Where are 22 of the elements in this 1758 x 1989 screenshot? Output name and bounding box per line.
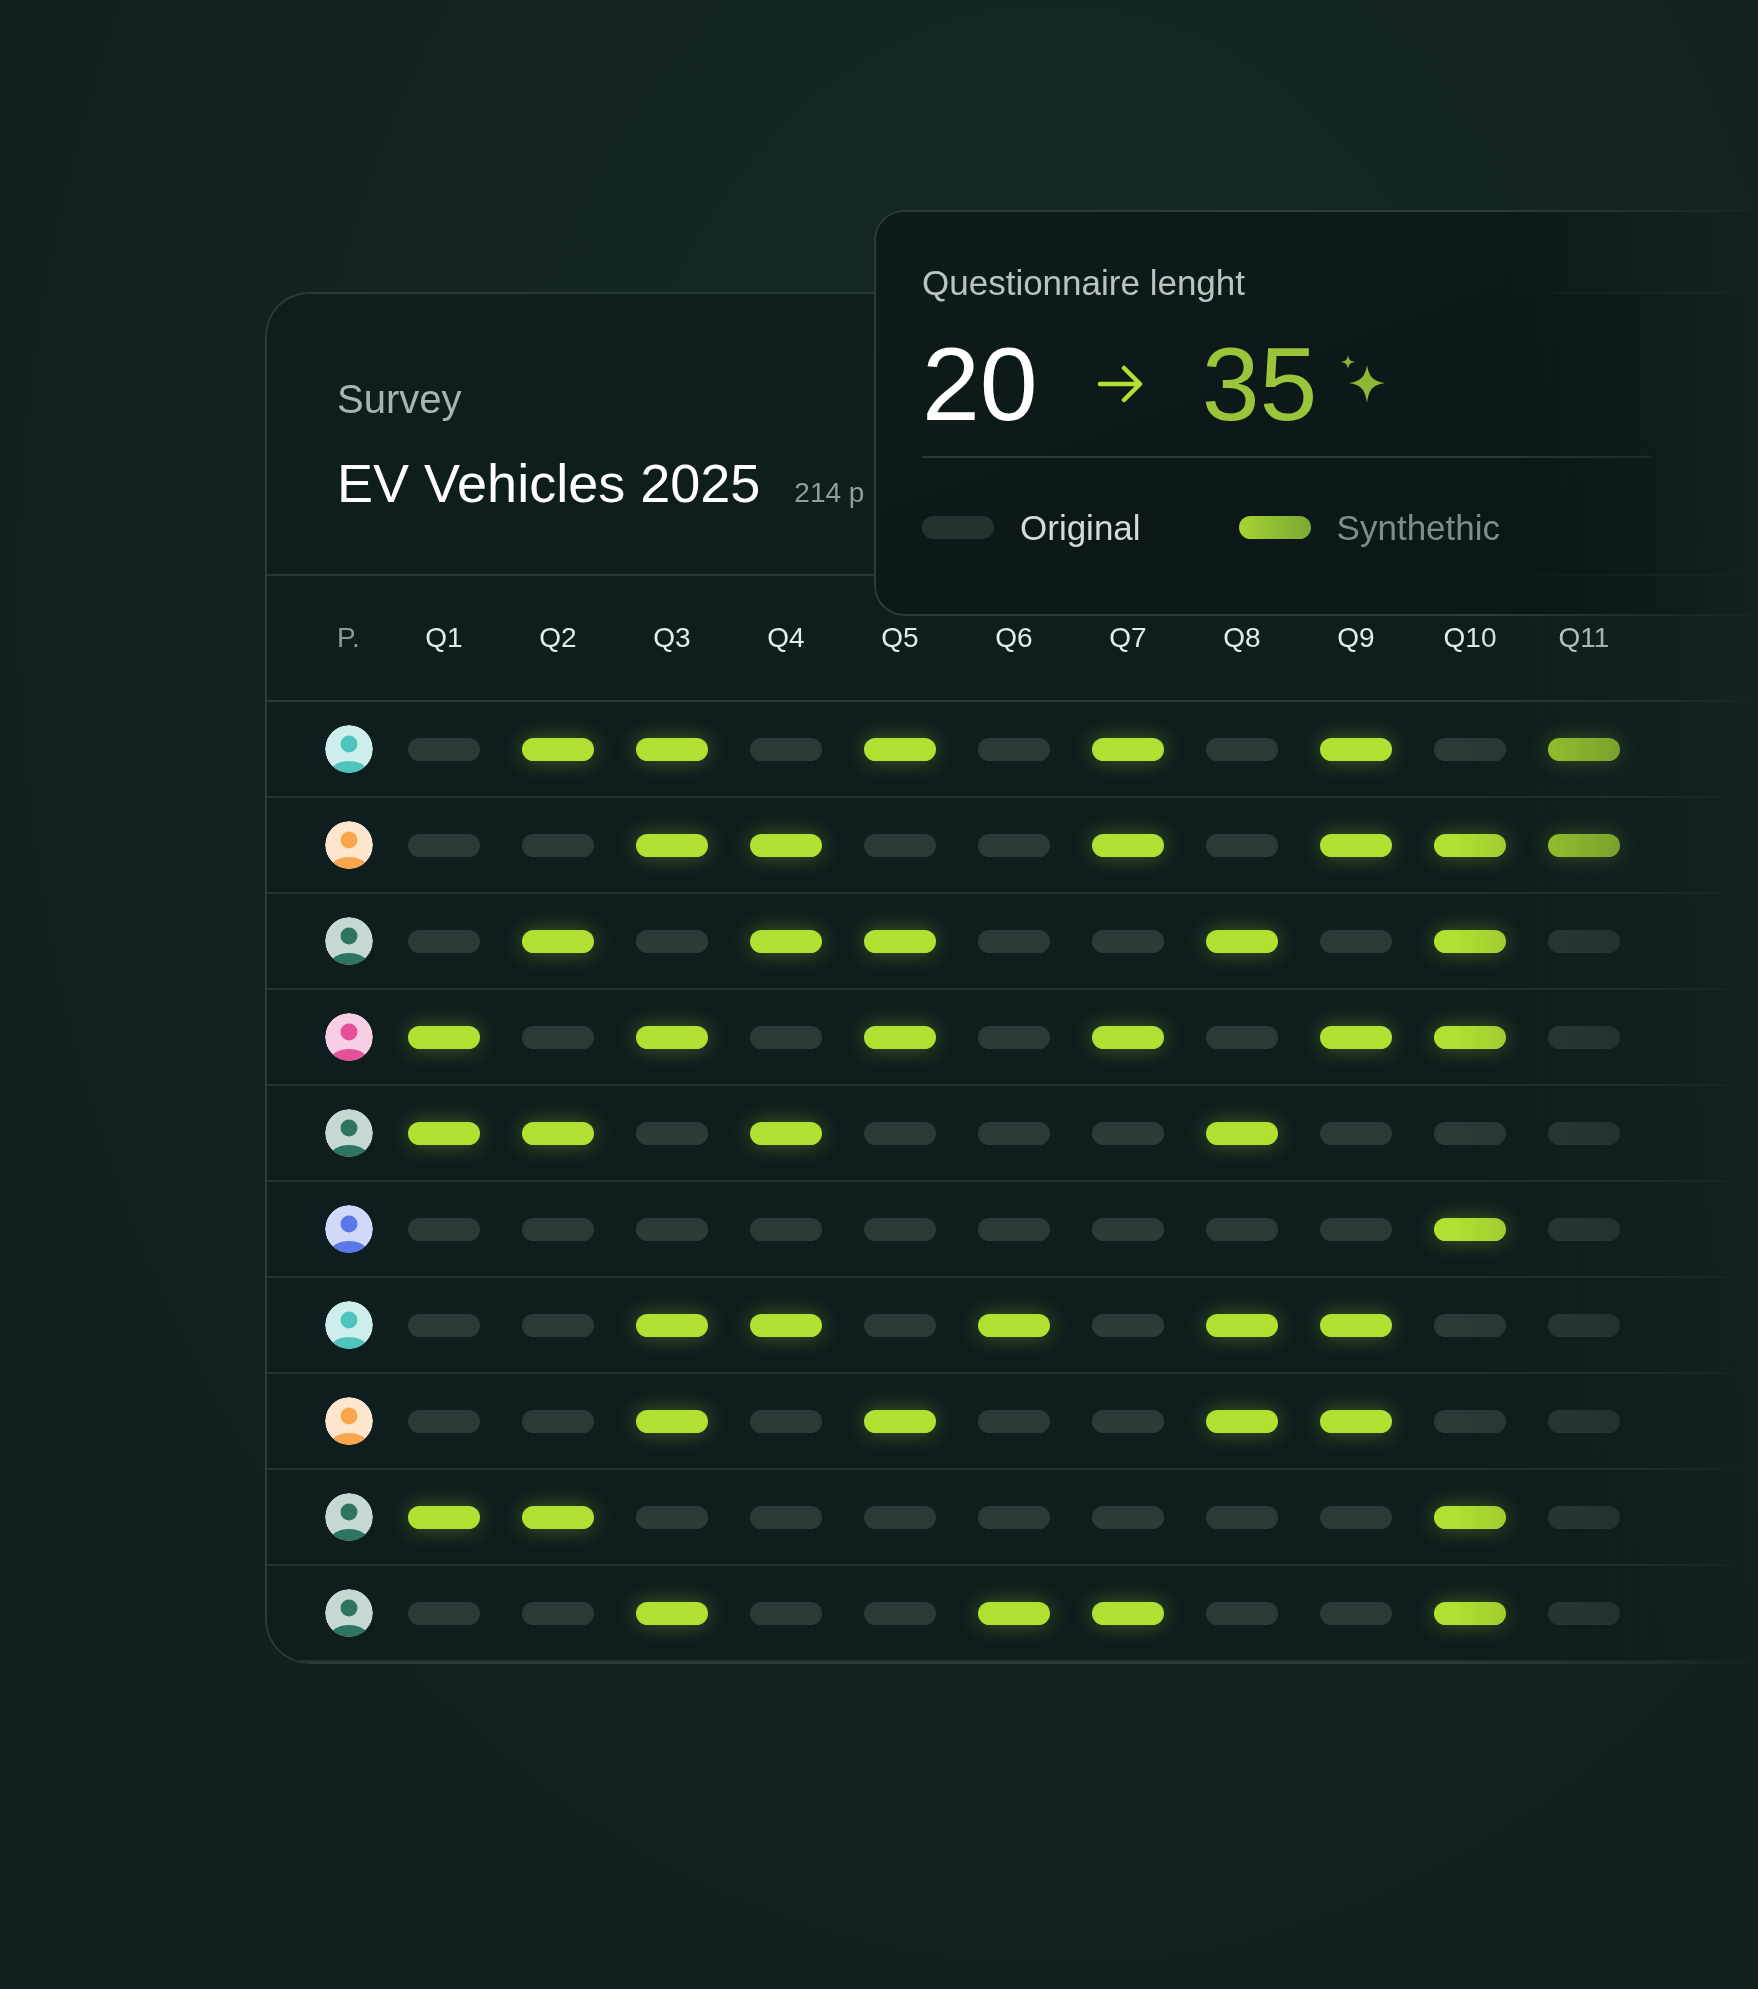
column-header: Q11 <box>1557 621 1611 655</box>
legend-label: Original <box>1020 506 1141 549</box>
survey-title: EV Vehicles 2025 <box>337 452 761 515</box>
column-header: Q8 <box>1222 621 1262 655</box>
column-header: Q5 <box>880 621 920 655</box>
column-header: Q4 <box>766 621 806 655</box>
synthetic-count: 35 <box>1201 331 1318 436</box>
column-header: Q2 <box>538 621 578 655</box>
participant-count: 214 p <box>794 476 865 510</box>
column-header: Q9 <box>1336 621 1376 655</box>
original-count: 20 <box>922 331 1038 436</box>
survey-label: Survey <box>337 376 462 423</box>
column-header: Q10 <box>1442 621 1498 655</box>
column-header: Q6 <box>994 621 1034 655</box>
column-header: Q3 <box>652 621 692 655</box>
column-header: P. <box>336 621 361 655</box>
original-legend-bar <box>922 516 994 540</box>
legend-label: Synthethic <box>1336 506 1501 549</box>
arrow-icon <box>1097 363 1144 404</box>
summary-title: Questionnaire lenght <box>922 262 1246 304</box>
column-header: Q7 <box>1108 621 1148 655</box>
column-header: Q1 <box>424 621 464 655</box>
